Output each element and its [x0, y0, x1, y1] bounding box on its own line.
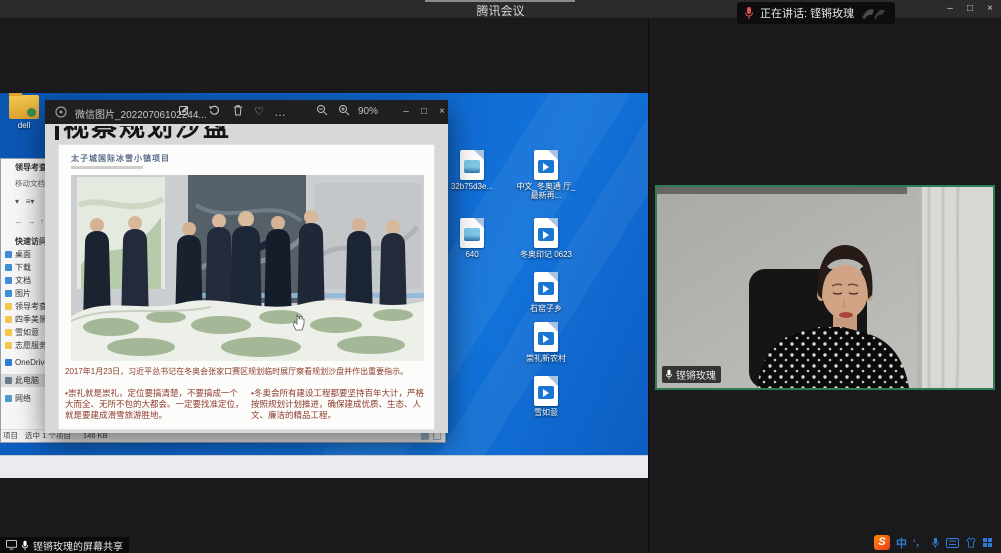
image-file-icon — [460, 218, 484, 248]
folder-mini-icon — [5, 303, 12, 310]
meeting-app-window: 腾讯会议 – □ × 正在讲话: 铿锵玫瑰 dell 领导考查 移动文档、软件 — [0, 0, 1001, 553]
video-file-icon — [534, 218, 558, 248]
microphone-icon — [665, 369, 673, 380]
documents-mini-icon — [5, 277, 12, 284]
slide-heading-clipped: 视察规划沙盘 — [63, 126, 423, 142]
slide-bullet-left: •崇礼就是崇礼，定位要搞清楚，不要搞成一个大而全、无所不包的大都会。一定要找准定… — [65, 388, 245, 421]
shared-screen-desktop: dell 领导考查 移动文档、软件 ▾ ≡▾ ← → ↑ 快速访问 桌面 下载 … — [0, 93, 648, 455]
officials-photo — [71, 175, 424, 361]
folder-mini-icon — [5, 329, 12, 336]
slide-card-subtitle-line — [71, 166, 143, 169]
network-mini-icon — [5, 395, 12, 402]
windows-taskbar: e 日本前首相遭枪击 搜索一下 M 64°C CPU温度 30°C ^ — [0, 455, 648, 478]
zoom-out-icon — [316, 104, 328, 116]
ime-mode-toggle[interactable]: 中 — [896, 535, 907, 551]
viewer-minimize-button[interactable]: – — [397, 104, 415, 120]
hand-icons — [860, 6, 886, 20]
video-file-icon — [534, 150, 558, 180]
zoom-in-icon — [338, 104, 350, 116]
desktop-icon-image2[interactable]: 640 — [440, 218, 504, 259]
back-icon: ← — [15, 217, 23, 226]
view-toggle-icon[interactable] — [433, 432, 441, 440]
video-file-icon — [534, 272, 558, 302]
viewer-title-bar: 微信图片_20220706102244... — [45, 100, 448, 124]
folder-mini-icon — [5, 316, 12, 323]
folder-mini-icon — [5, 342, 12, 349]
forward-icon: → — [27, 217, 35, 226]
rotate-icon — [208, 104, 220, 116]
zoom-in-button[interactable] — [335, 104, 353, 120]
desktop-icon-video5[interactable]: 雪如意 — [514, 376, 578, 417]
view-toggle-icon[interactable] — [421, 432, 429, 440]
heading-bar — [55, 126, 59, 140]
desktop-icon-video2[interactable]: 冬奥印记 0623 — [514, 218, 578, 259]
maximize-button[interactable]: □ — [961, 1, 979, 17]
screen-icon — [6, 540, 17, 550]
speaking-label: 正在讲话: 铿锵玫瑰 — [760, 5, 854, 21]
cloud-mini-icon — [5, 359, 12, 366]
status-items: 项目 — [3, 430, 18, 442]
dropdown-icon: ▾ — [15, 197, 19, 206]
desktop-icon-image1[interactable]: 32b75d3e... — [440, 150, 504, 191]
share-banner-text: 铿锵玫瑰的屏幕共享 — [33, 538, 123, 553]
desktop-icon-video1[interactable]: 中文_冬奥通 厅_最新再... — [514, 150, 578, 200]
slide-bullet-right: •冬奥会所有建设工程都要坚持百年大计，严格按照规划计划推进，确保建成优质、生态、… — [251, 388, 429, 421]
rotate-button[interactable] — [205, 104, 223, 120]
screen-share-banner: 铿锵玫瑰的屏幕共享 — [0, 537, 129, 553]
dropdown-icon: ▾ — [30, 197, 34, 206]
zoom-out-button[interactable] — [313, 104, 331, 120]
ime-keyboard-icon[interactable] — [946, 538, 959, 548]
ime-skin-icon[interactable] — [965, 537, 977, 548]
zoom-level[interactable]: 90% — [355, 104, 381, 120]
up-icon: ↑ — [40, 217, 44, 226]
participant-name-badge: 铿锵玫瑰 — [662, 366, 721, 383]
video-file-icon — [534, 322, 558, 352]
participant-name: 铿锵玫瑰 — [676, 367, 716, 382]
ime-toolbar: S 中 ’， — [874, 534, 992, 551]
pictures-mini-icon — [5, 290, 12, 297]
edit-button[interactable] — [175, 104, 193, 120]
pc-mini-icon — [5, 377, 12, 384]
downloads-mini-icon — [5, 264, 12, 271]
viewer-maximize-button[interactable]: □ — [415, 104, 433, 120]
ime-punctuation-toggle[interactable]: ’， — [913, 536, 925, 549]
desktop-icon-video4[interactable]: 崇礼新农村 — [514, 322, 578, 363]
favorite-button[interactable]: ♡ — [250, 104, 268, 120]
microphone-icon — [744, 6, 754, 20]
trash-icon — [232, 104, 244, 116]
webcam-video — [657, 187, 993, 388]
user-folder-icon — [9, 95, 39, 119]
desktop-icon-dell[interactable]: dell — [2, 95, 46, 130]
photo-viewer-window: 微信图片_20220706102244... — [45, 100, 448, 433]
panel-divider — [648, 18, 649, 553]
slide-caption: 2017年1月23日，习近平总书记在冬奥会张家口赛区规划临时展厅察看规划沙盘并作… — [65, 366, 431, 377]
slide-card: 太子城国际冰雪小镇项目 — [58, 144, 435, 430]
sidebar-item-thispc[interactable]: 此电脑 — [1, 374, 45, 387]
ime-toolbox-icon[interactable] — [983, 538, 992, 547]
slide-card-title: 太子城国际冰雪小镇项目 — [71, 153, 170, 164]
sogou-logo-icon[interactable]: S — [874, 535, 890, 550]
more-button[interactable]: … — [271, 104, 289, 120]
person-badge-icon — [27, 108, 36, 117]
desktop-mini-icon — [5, 251, 12, 258]
edit-icon — [178, 104, 190, 116]
minimize-button[interactable]: – — [941, 1, 959, 17]
photos-app-icon — [55, 106, 67, 118]
delete-button[interactable] — [229, 104, 247, 120]
image-file-icon — [460, 150, 484, 180]
close-button[interactable]: × — [981, 1, 999, 17]
speaking-toast[interactable]: 正在讲话: 铿锵玫瑰 — [737, 2, 895, 24]
ime-mic-icon[interactable] — [931, 537, 940, 549]
desktop-icon-video3[interactable]: 石窑子乡 — [514, 272, 578, 313]
viewer-close-button[interactable]: × — [433, 104, 451, 120]
desktop-icon-label: dell — [2, 121, 46, 130]
microphone-icon — [21, 540, 29, 551]
video-file-icon — [534, 376, 558, 406]
participant-video-tile[interactable]: 铿锵玫瑰 — [655, 185, 995, 390]
